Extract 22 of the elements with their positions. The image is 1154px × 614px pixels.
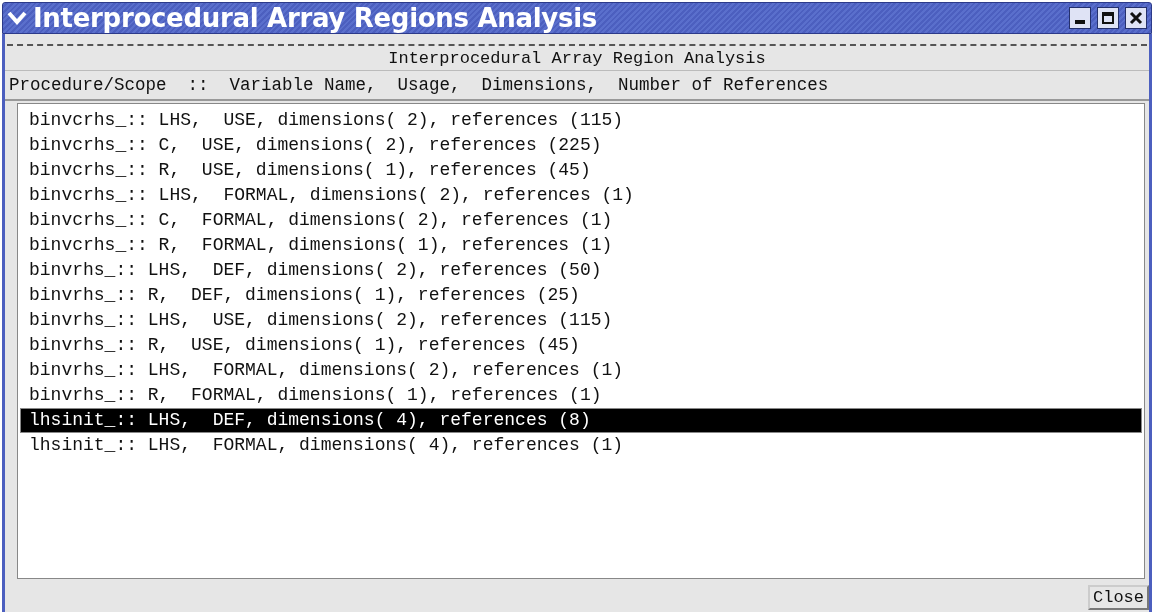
list-item[interactable]: binvrhs_:: R, FORMAL, dimensions( 1), references (1) [20, 383, 1142, 408]
list-item[interactable]: lhsinit_:: LHS, DEF, dimensions( 4), references (8) [20, 408, 1142, 433]
minimize-icon[interactable] [1069, 7, 1091, 29]
list-item[interactable]: binvcrhs_:: C, USE, dimensions( 2), references (225) [20, 133, 1142, 158]
list-item[interactable]: binvcrhs_:: LHS, USE, dimensions( 2), references (115) [20, 108, 1142, 133]
list-item[interactable]: binvcrhs_:: R, USE, dimensions( 1), references (45) [20, 158, 1142, 183]
close-button[interactable]: Close [1088, 585, 1149, 610]
list-item[interactable]: binvcrhs_:: LHS, FORMAL, dimensions( 2), references (1) [20, 183, 1142, 208]
list-item[interactable]: binvrhs_:: R, USE, dimensions( 1), references (45) [20, 333, 1142, 358]
maximize-icon[interactable] [1097, 7, 1119, 29]
list-item[interactable]: binvcrhs_:: R, FORMAL, dimensions( 1), references (1) [20, 233, 1142, 258]
window-title: Interprocedural Array Regions Analysis [33, 3, 598, 33]
list-item[interactable]: lhsinit_:: LHS, FORMAL, dimensions( 4), references (1) [20, 433, 1142, 458]
list-item[interactable]: binvcrhs_:: C, FORMAL, dimensions( 2), references (1) [20, 208, 1142, 233]
list-item[interactable]: binvrhs_:: LHS, DEF, dimensions( 2), references (50) [20, 258, 1142, 283]
list-item[interactable]: binvrhs_:: LHS, USE, dimensions( 2), references (115) [20, 308, 1142, 333]
column-header: Procedure/Scope :: Variable Name, Usage, Dimensions, Number of References [5, 71, 1149, 101]
list-item[interactable]: binvrhs_:: R, DEF, dimensions( 1), references (25) [20, 283, 1142, 308]
list-item[interactable]: binvrhs_:: LHS, FORMAL, dimensions( 2), references (1) [20, 358, 1142, 383]
close-icon[interactable] [1125, 7, 1147, 29]
chevron-down-icon[interactable] [7, 11, 27, 25]
panel-title: Interprocedural Array Region Analysis [5, 46, 1149, 71]
